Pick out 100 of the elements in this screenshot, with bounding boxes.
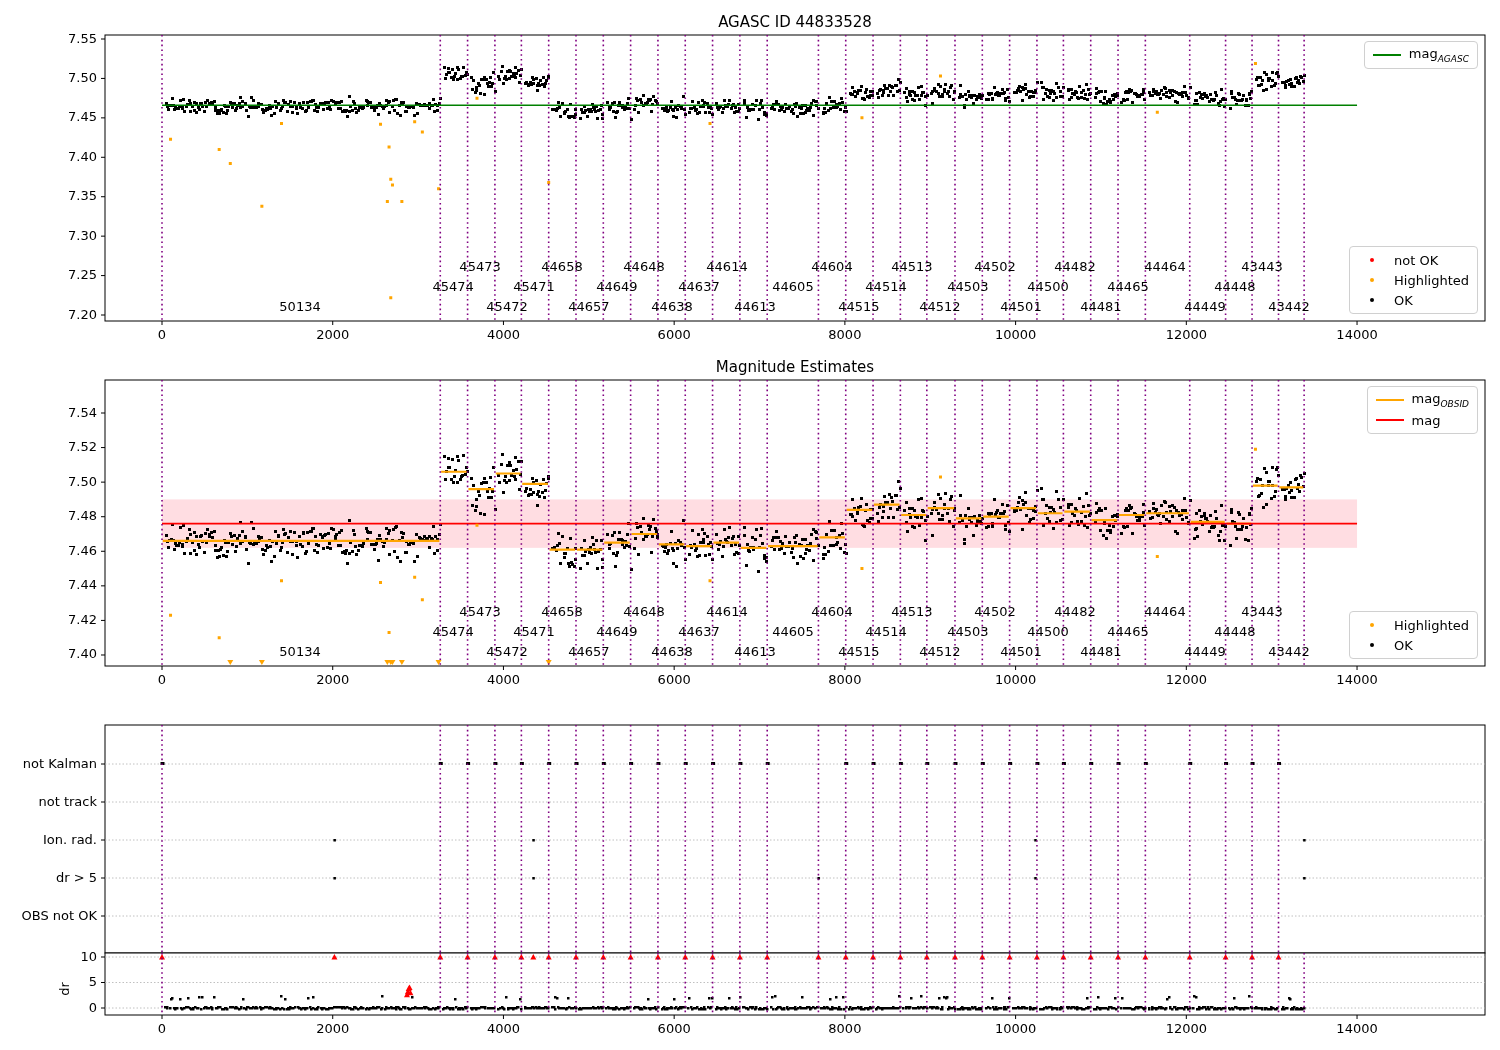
obsid-label: 44464 bbox=[1144, 258, 1186, 274]
obsid-label: 45473 bbox=[459, 603, 501, 619]
axis-tick-label: 7.54 bbox=[68, 404, 97, 420]
obsid-label: 44604 bbox=[811, 603, 853, 619]
axis-tick-label: 2000 bbox=[316, 327, 350, 342]
obsid-label: 44514 bbox=[865, 623, 907, 639]
obsid-label: 44657 bbox=[568, 643, 610, 659]
legend-label: mag bbox=[1411, 412, 1441, 428]
obsid-label: 50134 bbox=[279, 643, 321, 659]
obsid-label: 44605 bbox=[772, 278, 814, 294]
obsid-label: 44515 bbox=[838, 643, 880, 659]
obsid-label: 44500 bbox=[1027, 278, 1069, 294]
obsid-label: 44604 bbox=[811, 258, 853, 274]
obsid-label: 44501 bbox=[1000, 643, 1042, 659]
axis-tick-label: 7.48 bbox=[68, 508, 97, 524]
axis-label: dr bbox=[57, 982, 72, 996]
axis-tick-label: 10000 bbox=[994, 327, 1037, 342]
obsid-label: 44649 bbox=[596, 278, 638, 294]
obsid-label: 44512 bbox=[919, 643, 961, 659]
axis-tick-label: 0 bbox=[157, 672, 167, 687]
axis-tick-label: 12000 bbox=[1165, 672, 1207, 687]
legend-label: mag$_{AGASC}$ bbox=[1408, 46, 1469, 64]
obsid-label: 44613 bbox=[734, 298, 776, 314]
axis-tick-label: not track bbox=[38, 793, 97, 809]
obsid-label: 45471 bbox=[513, 278, 555, 294]
axis-tick-label: 7.25 bbox=[68, 267, 97, 283]
axis-tick-label: 7.40 bbox=[68, 646, 97, 662]
axis-tick-label: dr > 5 bbox=[55, 869, 97, 885]
axis-tick-label: 10000 bbox=[994, 672, 1037, 687]
axis-tick-label: Ion. rad. bbox=[43, 831, 97, 847]
axis-tick-label: 7.44 bbox=[68, 577, 97, 593]
axis-tick-label: 7.20 bbox=[68, 306, 97, 322]
axis-tick-label: 7.40 bbox=[68, 148, 97, 164]
obsid-label: 44448 bbox=[1214, 623, 1256, 639]
axis-tick-label: 4000 bbox=[486, 1021, 520, 1036]
axis-tick-label: 6000 bbox=[657, 672, 691, 687]
obsid-label: 44605 bbox=[772, 623, 814, 639]
obsid-label: 44503 bbox=[947, 623, 989, 639]
obsid-label: 44614 bbox=[706, 258, 748, 274]
obsid-label: 44514 bbox=[865, 278, 907, 294]
chart-title: Magnitude Estimates bbox=[715, 358, 875, 376]
obsid-label: 44515 bbox=[838, 298, 880, 314]
obsid-label: 45471 bbox=[513, 623, 555, 639]
axis-tick-label: 6000 bbox=[657, 327, 691, 342]
obsid-label: 43443 bbox=[1241, 258, 1283, 274]
obsid-label: 44465 bbox=[1107, 623, 1149, 639]
obsid-label: 45472 bbox=[486, 643, 528, 659]
axis-tick-label: 14000 bbox=[1336, 672, 1378, 687]
obsid-label: 44503 bbox=[947, 278, 989, 294]
obsid-label: 44482 bbox=[1054, 603, 1096, 619]
axis-tick-label: 8000 bbox=[828, 1021, 862, 1036]
obsid-label: 44513 bbox=[891, 603, 933, 619]
legend-label: Highlighted bbox=[1394, 617, 1469, 633]
obsid-label: 44513 bbox=[891, 258, 933, 274]
axis-tick-label: 4000 bbox=[486, 672, 520, 687]
obsid-label: 45474 bbox=[432, 278, 474, 294]
axis-tick-label: 7.55 bbox=[68, 30, 97, 46]
obsid-label: 45474 bbox=[432, 623, 474, 639]
axis-tick-label: 7.50 bbox=[68, 69, 97, 85]
obsid-label: 45473 bbox=[459, 258, 501, 274]
obsid-label: 44648 bbox=[623, 258, 665, 274]
axis-tick-label: 0 bbox=[88, 999, 97, 1015]
axis-tick-label: 10000 bbox=[994, 1021, 1037, 1036]
axis-tick-label: 7.50 bbox=[68, 473, 97, 489]
axis-tick-label: 14000 bbox=[1336, 1021, 1378, 1036]
obsid-label: 44449 bbox=[1184, 298, 1226, 314]
axis-tick-label: 5 bbox=[88, 974, 97, 989]
obsid-label: 44649 bbox=[596, 623, 638, 639]
obsid-label: 44637 bbox=[678, 278, 720, 294]
axis-tick-label: 7.52 bbox=[68, 439, 97, 455]
obsid-label: 44448 bbox=[1214, 278, 1256, 294]
axis-tick-label: 7.42 bbox=[68, 611, 97, 627]
obsid-label: 44481 bbox=[1080, 643, 1122, 659]
obsid-label: 44502 bbox=[974, 258, 1016, 274]
obsid-label: 44481 bbox=[1080, 298, 1122, 314]
legend-label: OK bbox=[1394, 292, 1413, 308]
obsid-label: 44658 bbox=[541, 603, 583, 619]
axis-tick-label: 2000 bbox=[316, 672, 350, 687]
legend-label: OK bbox=[1394, 637, 1413, 653]
obsid-label: 44500 bbox=[1027, 623, 1069, 639]
obsid-label: 44638 bbox=[651, 643, 693, 659]
obsid-label: 44657 bbox=[568, 298, 610, 314]
axis-tick-label: 12000 bbox=[1165, 1021, 1207, 1036]
obsid-label: 44482 bbox=[1054, 258, 1096, 274]
axis-tick-label: 7.46 bbox=[68, 542, 97, 558]
axis-tick-label: not Kalman bbox=[22, 755, 97, 771]
axis-tick-label: 0 bbox=[157, 1021, 167, 1036]
axis-tick-label: 8000 bbox=[828, 327, 862, 342]
axis-tick-label: 12000 bbox=[1165, 327, 1207, 342]
obsid-label: 50134 bbox=[279, 298, 321, 314]
obsid-label: 44502 bbox=[974, 603, 1016, 619]
obsid-label: 44637 bbox=[678, 623, 720, 639]
axis-tick-label: 14000 bbox=[1336, 327, 1378, 342]
obsid-label: 44465 bbox=[1107, 278, 1149, 294]
legend-label: Highlighted bbox=[1394, 272, 1469, 288]
axis-tick-label: 10 bbox=[80, 948, 97, 964]
legend-label: mag$_{OBSID}$ bbox=[1411, 391, 1469, 409]
obsid-label: 44501 bbox=[1000, 298, 1042, 314]
obsid-label: 43443 bbox=[1241, 603, 1283, 619]
legend-label: not OK bbox=[1394, 252, 1439, 268]
